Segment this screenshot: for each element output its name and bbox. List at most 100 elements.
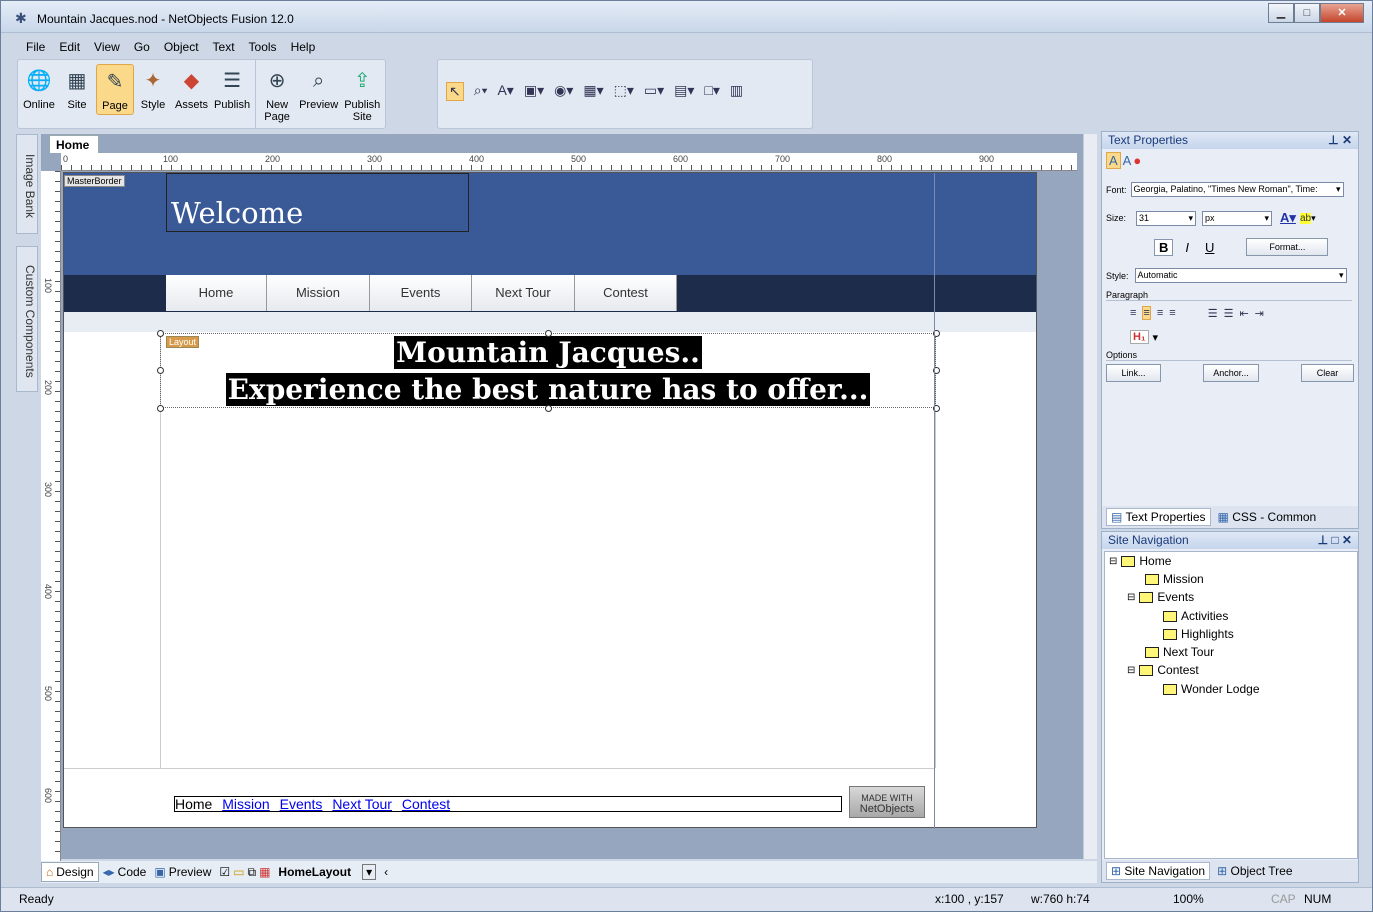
align-center-icon[interactable]: ≡: [1142, 306, 1151, 320]
custom-components-tab[interactable]: Custom Components: [16, 246, 38, 392]
layout-tool-icon[interactable]: ⬚▾: [614, 82, 634, 101]
welcome-banner-text[interactable]: Welcome: [166, 173, 469, 232]
image-bank-tab[interactable]: Image Bank: [16, 134, 38, 234]
resize-handle-tl[interactable]: [157, 330, 164, 337]
footer-link-contest[interactable]: Contest: [402, 796, 450, 812]
menu-go[interactable]: Go: [127, 40, 157, 54]
site-button[interactable]: ▦ Site: [58, 64, 96, 113]
tab-home[interactable]: Home: [49, 135, 99, 153]
view-toggles[interactable]: ☑ ▭ ⧉ ▦: [215, 863, 274, 882]
font-select[interactable]: Georgia, Palatino, "Times New Roman", Ti…: [1130, 182, 1344, 197]
nav-button-next-tour[interactable]: Next Tour: [472, 275, 575, 311]
tree-node-home[interactable]: ⊟ Home: [1109, 554, 1171, 568]
frame-tool-icon[interactable]: ▭▾: [644, 82, 664, 101]
collapse-icon[interactable]: ⊟: [1127, 592, 1135, 603]
nav-button-events[interactable]: Events: [370, 275, 472, 311]
masterborder-banner[interactable]: Welcome: [64, 173, 1036, 275]
resize-handle-bl[interactable]: [157, 405, 164, 412]
resize-handle-l[interactable]: [157, 367, 164, 374]
menu-file[interactable]: File: [19, 40, 52, 54]
unit-select[interactable]: px: [1202, 210, 1273, 226]
menu-tools[interactable]: Tools: [242, 40, 284, 54]
menu-edit[interactable]: Edit: [52, 40, 87, 54]
picture-tool-icon[interactable]: ▣▾: [524, 82, 544, 101]
page-canvas[interactable]: Welcome MasterBorder Home Mission Events…: [63, 172, 1037, 829]
tab-preview[interactable]: ▣ Preview: [150, 863, 215, 881]
zoom-tool-icon[interactable]: ⌕▾: [474, 82, 488, 101]
scroll-left-icon[interactable]: ‹: [380, 863, 392, 881]
text-tool-icon[interactable]: A▾: [497, 82, 513, 101]
text-style-icon[interactable]: A: [1106, 152, 1121, 169]
tree-node-wonder-lodge[interactable]: Wonder Lodge: [1163, 682, 1260, 696]
editor-vertical-scrollbar[interactable]: [1083, 134, 1097, 859]
pin-max-close-icons[interactable]: ⊥ □ ✕: [1318, 533, 1352, 547]
form-tool-icon[interactable]: ▤▾: [674, 82, 694, 101]
menu-help[interactable]: Help: [284, 40, 323, 54]
clear-button[interactable]: Clear: [1301, 364, 1354, 382]
shape-tool-icon[interactable]: □▾: [704, 82, 719, 101]
align-right-icon[interactable]: ≡: [1157, 307, 1163, 319]
made-with-netobjects-badge[interactable]: MADE WITH NetObjects: [849, 786, 925, 818]
footer-link-home[interactable]: Home: [175, 796, 212, 812]
publish-site-button[interactable]: ⇪ Publish Site: [341, 64, 383, 125]
tab-code[interactable]: ◂▸ Code: [99, 863, 151, 881]
footer-link-events[interactable]: Events: [280, 796, 323, 812]
bold-button[interactable]: B: [1154, 238, 1174, 256]
tab-css-common[interactable]: ▦ CSS - Common: [1212, 508, 1322, 526]
tree-node-highlights[interactable]: Highlights: [1163, 627, 1234, 641]
collapse-icon[interactable]: ⊟: [1109, 556, 1117, 567]
minimize-button[interactable]: ▁: [1268, 3, 1294, 23]
tree-node-contest[interactable]: ⊟ Contest: [1127, 663, 1199, 677]
menu-text[interactable]: Text: [206, 40, 242, 54]
maximize-button[interactable]: □: [1294, 3, 1320, 23]
highlight-icon[interactable]: ab: [1299, 212, 1312, 224]
menu-view[interactable]: View: [87, 40, 127, 54]
nav-button-home[interactable]: Home: [166, 275, 267, 311]
layout-select[interactable]: HomeLayout ▾: [274, 862, 380, 882]
justify-icon[interactable]: ≡: [1169, 307, 1175, 319]
red-circle-icon[interactable]: ●: [1133, 153, 1141, 168]
underline-button[interactable]: U: [1201, 240, 1218, 255]
numbered-list-icon[interactable]: ☰: [1208, 307, 1218, 320]
tree-node-mission[interactable]: Mission: [1145, 572, 1204, 586]
new-page-button[interactable]: ⊕ New Page: [258, 64, 296, 125]
page-button[interactable]: ✎ Page: [96, 64, 134, 115]
italic-button[interactable]: I: [1181, 240, 1193, 255]
tab-site-navigation[interactable]: ⊞ Site Navigation: [1106, 862, 1211, 880]
nav-button-mission[interactable]: Mission: [267, 275, 370, 311]
tab-object-tree[interactable]: ⊞ Object Tree: [1212, 862, 1298, 880]
pin-close-icons[interactable]: ⊥ ✕: [1328, 133, 1352, 147]
font-color-icon[interactable]: A▾: [1280, 210, 1296, 226]
extra-tool-icon[interactable]: ▥: [730, 82, 743, 101]
tree-node-activities[interactable]: Activities: [1163, 609, 1228, 623]
align-left-icon[interactable]: ≡: [1130, 307, 1136, 319]
link-button[interactable]: Link...: [1106, 364, 1161, 382]
close-button[interactable]: ✕: [1320, 3, 1364, 23]
heading-textbox[interactable]: Mountain Jacques.. Experience the best n…: [160, 333, 936, 408]
style-select[interactable]: Automatic: [1134, 268, 1347, 283]
publish-button[interactable]: ☰ Publish: [211, 64, 253, 113]
footer-text-nav[interactable]: Home Mission Events Next Tour Contest: [174, 796, 842, 812]
indent-icon[interactable]: ⇥: [1255, 307, 1264, 320]
format-button[interactable]: Format...: [1246, 238, 1329, 256]
collapse-icon[interactable]: ⊟: [1127, 665, 1135, 676]
tab-text-properties[interactable]: ▤ Text Properties: [1106, 508, 1211, 526]
tab-design[interactable]: ⌂ Design: [41, 862, 99, 882]
menu-object[interactable]: Object: [157, 40, 206, 54]
anchor-button[interactable]: Anchor...: [1203, 364, 1259, 382]
footer-link-mission[interactable]: Mission: [222, 796, 269, 812]
nav-button-contest[interactable]: Contest: [575, 275, 677, 311]
outdent-icon[interactable]: ⇤: [1239, 307, 1248, 320]
table-tool-icon[interactable]: ▦▾: [583, 82, 603, 101]
text-frame-icon[interactable]: A: [1123, 153, 1132, 168]
select-tool-icon[interactable]: ↖: [446, 82, 464, 101]
heading-level-button[interactable]: H₁ ▾: [1130, 330, 1158, 344]
web-tool-icon[interactable]: ◉▾: [554, 82, 573, 101]
tree-node-next-tour[interactable]: Next Tour: [1145, 645, 1214, 659]
style-button[interactable]: ✦ Style: [134, 64, 172, 113]
footer-link-next-tour[interactable]: Next Tour: [332, 796, 392, 812]
preview-button[interactable]: ⌕ Preview: [296, 64, 341, 113]
online-button[interactable]: 🌐 Online: [20, 64, 58, 113]
tree-node-events[interactable]: ⊟ Events: [1127, 590, 1194, 604]
bullet-list-icon[interactable]: ☰: [1224, 307, 1234, 320]
